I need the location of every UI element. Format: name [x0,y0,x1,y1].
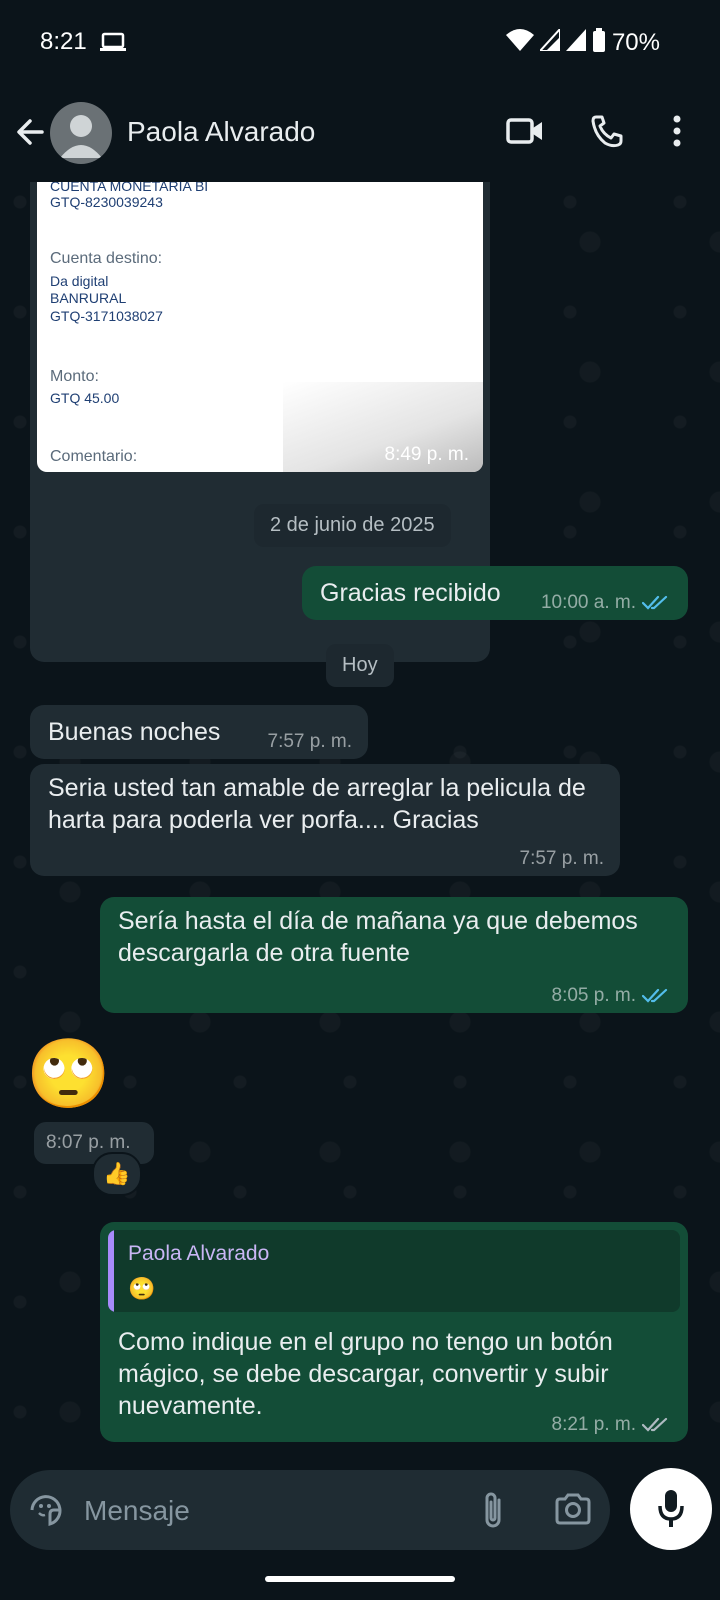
message-time: 8:05 p. m. [551,985,637,1006]
avatar[interactable] [50,102,112,164]
signal-icon [537,26,561,56]
battery-icon [592,28,606,57]
chat-header: Paola Alvarado [0,84,720,182]
whatsapp-chat-screen: 8:21 70% Paola Alvarado CUENTA MONETARIA… [0,0,720,1600]
contact-name[interactable]: Paola Alvarado [127,116,315,148]
message-meta: 7:57 p. m. [268,731,353,753]
video-call-icon[interactable] [506,114,544,153]
destination-number: GTQ-3171038027 [50,308,163,324]
message-text: Seria usted tan amable de arreglar la pe… [48,774,586,834]
date-separator-today: Hoy [326,644,394,687]
outgoing-reply-message[interactable]: Paola Alvarado 🙄 Como indique en el grup… [100,1222,688,1442]
status-time: 8:21 [40,28,87,55]
message-time: 8:21 p. m. [551,1414,637,1435]
message-text: Gracias recibido [320,579,501,607]
origin-account-number: GTQ-8230039243 [50,194,163,210]
amount-label: Monto: [50,368,99,385]
delivered-receipt-icon [642,1417,668,1432]
destination-bank: BANRURAL [50,290,127,306]
more-options-icon[interactable] [672,114,682,153]
status-bar: 8:21 70% [0,0,720,84]
microphone-icon [658,1490,684,1527]
back-arrow-icon[interactable] [12,114,48,150]
battery-percentage: 70% [611,28,660,56]
date-separator: 2 de junio de 2025 [254,504,451,547]
home-indicator[interactable] [265,1576,455,1582]
message-time: 7:57 p. m. [267,731,353,752]
amount-value: GTQ 45.00 [50,390,120,406]
quoted-sender-name: Paola Alvarado [128,1242,270,1265]
message-meta: 8:21 p. m. [552,1414,671,1436]
destination-label: Cuenta destino: [50,250,163,267]
wifi-icon [505,29,534,56]
read-receipt-icon [642,988,668,1003]
phone-icon[interactable] [590,114,624,153]
message-composer [10,1470,610,1550]
incoming-message[interactable]: Buenas noches 7:57 p. m. [30,705,368,759]
sticker-emoji-icon[interactable] [28,1492,64,1533]
quote-accent-bar [108,1230,114,1312]
message-time: 10:00 a. m. [540,592,636,613]
outgoing-message[interactable]: Gracias recibido 10:00 a. m. [302,566,688,620]
incoming-message[interactable]: Seria usted tan amable de arreglar la pe… [30,764,620,876]
message-meta: 8:05 p. m. [552,985,671,1007]
destination-name: Da digital [50,273,109,289]
read-receipt-icon [642,595,668,610]
camera-icon[interactable] [554,1492,592,1531]
message-text: Como indique en el grupo no tengo un bot… [118,1328,613,1420]
message-time: 8:07 p. m. [46,1132,131,1153]
outgoing-message[interactable]: Sería hasta el día de mañana ya que debe… [100,897,688,1013]
voice-message-button[interactable] [630,1468,712,1550]
message-meta: 10:00 a. m. [541,592,670,614]
message-time: 7:57 p. m. [519,848,605,869]
status-icons: 70% [505,26,660,57]
transfer-receipt-image[interactable]: CUENTA MONETARIA BI GTQ-8230039243 Cuent… [37,182,483,472]
chat-messages[interactable]: CUENTA MONETARIA BI GTQ-8230039243 Cuent… [0,182,720,1464]
message-text: Buenas noches [48,718,221,746]
emoji-message[interactable]: 🙄 [26,1032,111,1116]
message-input[interactable] [82,1488,446,1534]
comment-label: Comentario: [50,448,138,465]
message-time: 8:49 p. m. [384,444,470,465]
attach-paperclip-icon[interactable] [482,1490,504,1535]
quoted-message[interactable]: Paola Alvarado 🙄 [108,1230,680,1312]
message-meta: 7:57 p. m. [520,848,605,870]
laptop-icon [100,32,126,57]
reaction-thumbs-up-icon[interactable]: 👍 [92,1152,142,1196]
quoted-emoji: 🙄 [128,1276,156,1301]
message-text: Sería hasta el día de mañana ya que debe… [118,907,638,967]
signal-icon-2 [565,29,586,56]
